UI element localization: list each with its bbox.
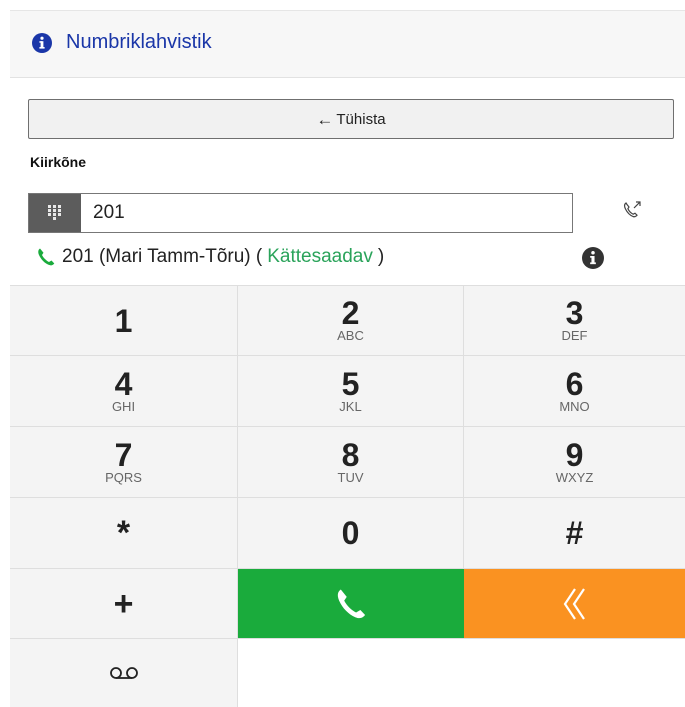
key-digit: 5 bbox=[341, 365, 360, 402]
key-letters: JKL bbox=[339, 398, 362, 414]
key-0[interactable]: 0 bbox=[238, 498, 464, 569]
dialpad-header: Numbriklahvistik bbox=[10, 10, 685, 78]
key-3[interactable]: 3 DEF bbox=[464, 285, 685, 356]
key-digit: 2 bbox=[341, 295, 360, 331]
key-9[interactable]: 9 WXYZ bbox=[464, 427, 685, 498]
keypad-icon bbox=[48, 205, 61, 220]
key-5[interactable]: 5 JKL bbox=[238, 356, 464, 427]
key-2[interactable]: 2 ABC bbox=[238, 285, 464, 356]
key-digit: 6 bbox=[565, 365, 584, 402]
key-letters: PQRS bbox=[105, 469, 142, 485]
key-4[interactable]: 4 GHI bbox=[10, 356, 238, 427]
keypad-empty-area bbox=[238, 639, 685, 707]
page-title: Numbriklahvistik bbox=[66, 31, 212, 53]
key-letters: WXYZ bbox=[555, 469, 594, 485]
key-7[interactable]: 7 PQRS bbox=[10, 427, 238, 498]
key-8[interactable]: 8 TUV bbox=[238, 427, 464, 498]
dialpad-keypad: 1 2 ABC 3 DEF 4 GHI 5 JKL 6 MNO 7 PQRS 8… bbox=[10, 285, 685, 707]
key-digit: 1 bbox=[114, 302, 133, 339]
key-digit: 4 bbox=[114, 365, 133, 402]
key-digit: 3 bbox=[565, 295, 584, 331]
dial-number-input[interactable] bbox=[81, 194, 569, 232]
info-circle-icon bbox=[32, 33, 52, 53]
key-letters: GHI bbox=[111, 398, 136, 414]
voicemail-icon bbox=[109, 667, 138, 679]
key-letters: TUV bbox=[337, 469, 364, 485]
key-digit: 0 bbox=[341, 515, 360, 551]
backspace-button[interactable] bbox=[464, 569, 685, 639]
key-1[interactable]: 1 bbox=[10, 285, 238, 356]
key-digit: 8 bbox=[341, 436, 360, 473]
contact-status-close: ) bbox=[377, 246, 385, 267]
key-digit: 7 bbox=[114, 436, 133, 473]
cancel-button-label: Tühista bbox=[336, 110, 386, 128]
key-digit: 9 bbox=[565, 436, 584, 473]
key-letters: DEF bbox=[561, 328, 588, 343]
phone-icon bbox=[38, 248, 55, 266]
call-button[interactable] bbox=[238, 569, 464, 639]
key-digit: * bbox=[116, 514, 131, 552]
contact-text: 201 (Mari Tamm-Tõru) ( bbox=[62, 246, 263, 267]
dial-input-group bbox=[28, 193, 573, 233]
key-star[interactable]: * bbox=[10, 498, 238, 569]
key-plus[interactable]: + bbox=[10, 569, 238, 639]
arrow-left-icon: ← bbox=[316, 109, 334, 129]
cancel-button[interactable]: ← Tühista bbox=[28, 99, 674, 139]
key-6[interactable]: 6 MNO bbox=[464, 356, 685, 427]
key-digit: + bbox=[113, 584, 134, 623]
double-chevron-left-icon bbox=[563, 587, 585, 620]
contact-match[interactable]: 201 (Mari Tamm-Tõru) ( Kättesaadav ) bbox=[36, 246, 384, 268]
call-transfer-icon[interactable] bbox=[620, 198, 644, 222]
key-letters: MNO bbox=[559, 398, 590, 414]
key-letters: ABC bbox=[337, 328, 364, 343]
info-circle-icon[interactable] bbox=[582, 247, 604, 269]
voicemail-button[interactable] bbox=[10, 639, 238, 707]
key-digit: # bbox=[565, 515, 584, 551]
key-hash[interactable]: # bbox=[464, 498, 685, 569]
phone-call-icon bbox=[337, 589, 366, 618]
quick-call-label: Kiirkõne bbox=[30, 154, 87, 170]
contact-status: Kättesaadav bbox=[267, 246, 373, 267]
keypad-toggle-button[interactable] bbox=[29, 194, 81, 232]
